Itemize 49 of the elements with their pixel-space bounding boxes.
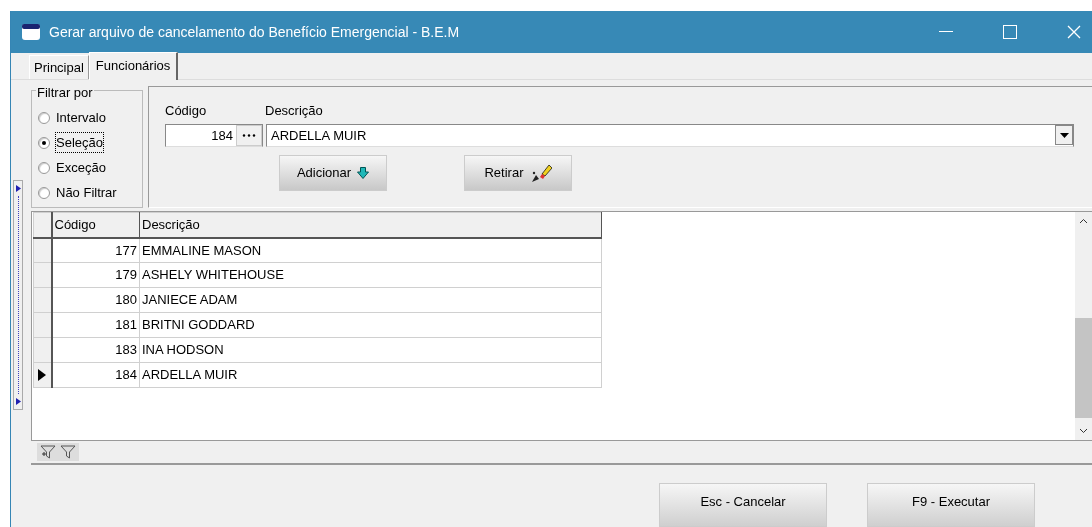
close-icon <box>1067 25 1081 39</box>
browse-button[interactable] <box>236 124 262 146</box>
maximize-button[interactable] <box>1000 22 1020 42</box>
column-header[interactable]: Descrição <box>139 212 602 238</box>
filter-icon[interactable] <box>60 445 76 459</box>
down-arrow-icon <box>357 166 370 179</box>
code-field[interactable]: 184 <box>165 123 263 147</box>
table-cell: 183 <box>51 337 140 363</box>
radio-label[interactable]: Exceção <box>56 157 106 178</box>
radio-button[interactable] <box>38 136 50 149</box>
add-button[interactable]: Adicionar <box>279 154 387 191</box>
window-icon <box>21 23 41 41</box>
row-indicator <box>33 212 52 238</box>
table-cell: ASHELY WHITEHOUSE <box>139 262 602 288</box>
window-title: Gerar arquivo de cancelamento do Benefício Emergencial - B.E.M <box>49 22 461 42</box>
table-cell: 180 <box>51 287 140 313</box>
table-cell: ARDELLA MUIR <box>139 362 602 388</box>
eraser-icon <box>529 162 552 183</box>
execute-button[interactable]: F9 - Executar <box>867 483 1035 527</box>
table-cell: INA HODSON <box>139 337 602 363</box>
table-cell: 179 <box>51 262 140 288</box>
splitter-handle[interactable] <box>13 180 23 410</box>
table-cell: BRITNI GODDARD <box>139 312 602 338</box>
table-cell: JANIECE ADAM <box>139 287 602 313</box>
cancel-button[interactable]: Esc - Cancelar <box>659 483 827 527</box>
table-cell: EMMALINE MASON <box>139 237 602 263</box>
field-label: Código <box>165 102 208 120</box>
add-filter-icon[interactable] <box>40 445 56 459</box>
column-header[interactable]: Código <box>51 212 140 238</box>
radio-label[interactable]: Intervalo <box>56 107 106 128</box>
remove-button[interactable]: Retirar <box>464 154 572 191</box>
radio-button[interactable] <box>38 161 50 174</box>
table-cell: 177 <box>51 237 140 263</box>
minimize-icon <box>939 31 953 33</box>
vertical-scrollbar[interactable] <box>1075 212 1092 440</box>
scroll-up-icon[interactable] <box>1079 218 1088 224</box>
radio-label[interactable]: Seleção <box>56 132 103 153</box>
scroll-down-icon[interactable] <box>1079 428 1088 434</box>
maximize-icon <box>1003 25 1017 39</box>
tab[interactable]: Funcionários <box>88 51 179 80</box>
radio-button[interactable] <box>38 186 50 199</box>
field-label: Descrição <box>265 102 323 120</box>
radio-button[interactable] <box>38 111 50 124</box>
tab[interactable]: Principal <box>29 54 89 79</box>
table-cell: 184 <box>51 362 140 388</box>
description-dropdown[interactable]: ARDELLA MUIR <box>266 123 1074 147</box>
table-cell: 181 <box>51 312 140 338</box>
radio-label[interactable]: Não Filtrar <box>56 182 117 203</box>
ellipsis-icon <box>242 133 256 137</box>
